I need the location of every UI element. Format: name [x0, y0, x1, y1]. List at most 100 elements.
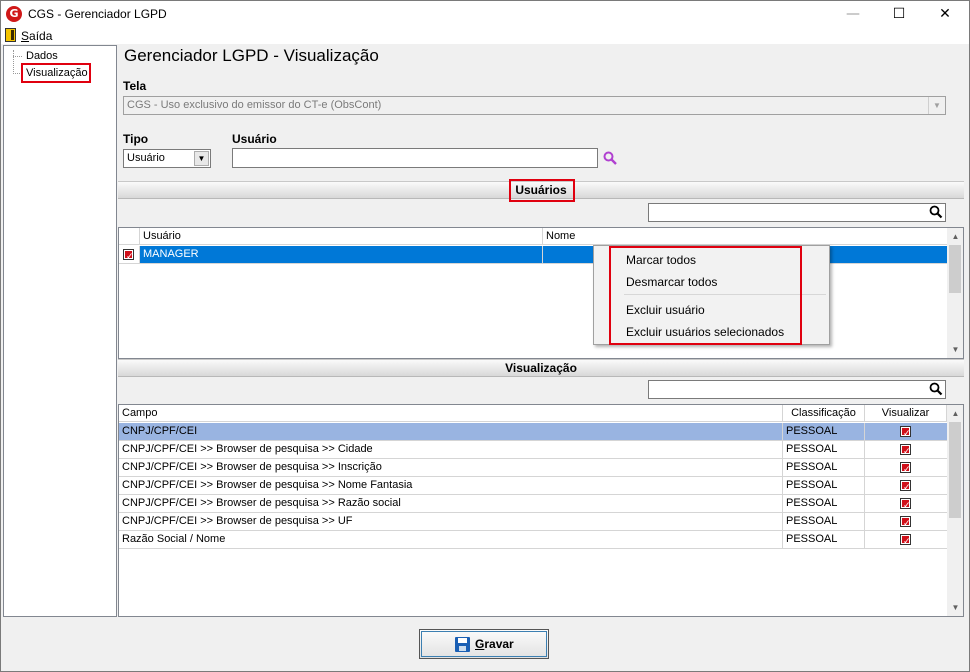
screen-label: Tela [123, 79, 147, 93]
view-checkbox[interactable]: ✓ [900, 534, 911, 547]
users-grid-check-header [119, 228, 140, 245]
user-input[interactable] [232, 148, 598, 168]
chevron-down-icon[interactable]: ▼ [947, 341, 963, 358]
scrollbar-thumb[interactable] [949, 245, 961, 293]
column-header-usuario[interactable]: Usuário [140, 228, 543, 245]
checkmark-icon: ✓ [903, 447, 911, 457]
checkmark-icon: ✓ [903, 465, 911, 475]
tree-line [13, 50, 14, 74]
search-icon[interactable] [929, 382, 943, 396]
column-header-nome[interactable]: Nome [543, 228, 948, 245]
view-grid: Campo Classificação Visualizar CNPJ/CPF/… [118, 404, 964, 617]
screen-select-value: CGS - Uso exclusivo do emissor do CT-e (… [127, 99, 382, 111]
view-checkbox-cell: ✓ [865, 423, 947, 440]
tree-item-visualizacao[interactable]: Visualização [26, 67, 88, 79]
menu-item-delete-selected-users[interactable]: Excluir usuários selecionados [626, 325, 784, 339]
classification-cell: PESSOAL [783, 531, 865, 548]
table-row[interactable]: CNPJ/CPF/CEI >> Browser de pesquisa >> N… [119, 477, 947, 495]
classification-cell: PESSOAL [783, 513, 865, 530]
exit-door-icon[interactable] [5, 28, 16, 42]
scrollbar-thumb[interactable] [949, 422, 961, 518]
field-cell: CNPJ/CPF/CEI >> Browser de pesquisa >> C… [119, 441, 783, 458]
view-checkbox[interactable]: ✓ [900, 516, 911, 529]
chevron-up-icon[interactable]: ▲ [947, 228, 963, 245]
view-checkbox[interactable]: ✓ [900, 462, 911, 475]
classification-cell: PESSOAL [783, 459, 865, 476]
checkmark-icon: ✓ [903, 483, 911, 493]
search-icon[interactable] [929, 205, 943, 219]
classification-cell: PESSOAL [783, 423, 865, 440]
table-row[interactable]: CNPJ/CPF/CEI >> Browser de pesquisa >> C… [119, 441, 947, 459]
checkmark-icon: ✓ [903, 429, 911, 439]
tree-line [13, 56, 22, 57]
table-row[interactable]: CNPJ/CPF/CEI >> Browser de pesquisa >> I… [119, 459, 947, 477]
search-icon[interactable] [603, 151, 617, 165]
field-cell: CNPJ/CPF/CEI >> Browser de pesquisa >> I… [119, 459, 783, 476]
view-checkbox[interactable]: ✓ [900, 498, 911, 511]
users-search-input[interactable] [648, 203, 946, 222]
field-cell: CNPJ/CPF/CEI >> Browser de pesquisa >> N… [119, 477, 783, 494]
row-checkbox-cell: ✓ [119, 246, 140, 263]
view-checkbox-cell: ✓ [865, 459, 947, 476]
users-section-header: Usuários [118, 181, 964, 199]
screen-select: CGS - Uso exclusivo do emissor do CT-e (… [123, 96, 946, 115]
column-header-visualizar[interactable]: Visualizar [865, 405, 947, 422]
field-cell: Razão Social / Nome [119, 531, 783, 548]
checkmark-icon: ✓ [903, 501, 911, 511]
row-checkbox[interactable]: ✓ [123, 249, 134, 262]
column-header-campo[interactable]: Campo [119, 405, 783, 422]
users-grid: Usuário Nome ✓ MANAGER ▲ ▼ [118, 227, 964, 359]
minimize-button[interactable]: — [830, 1, 876, 27]
close-button[interactable]: ✕ [922, 1, 968, 27]
view-checkbox[interactable]: ✓ [900, 480, 911, 493]
users-section-title: Usuários [515, 183, 567, 197]
type-select[interactable]: Usuário ▼ [123, 149, 211, 168]
menu-item-delete-user[interactable]: Excluir usuário [626, 303, 705, 317]
view-section-header: Visualização [118, 359, 964, 377]
floppy-disk-icon [455, 637, 470, 652]
menu-bar: Saída [1, 27, 969, 44]
column-header-classificacao[interactable]: Classificação [783, 405, 865, 422]
menu-item-exit[interactable]: Saída [21, 29, 52, 43]
checkmark-icon: ✓ [126, 252, 134, 262]
view-checkbox-cell: ✓ [865, 477, 947, 494]
checkmark-icon: ✓ [903, 519, 911, 529]
user-cell: MANAGER [140, 246, 543, 263]
chevron-down-icon: ▼ [928, 97, 945, 114]
view-checkbox[interactable]: ✓ [900, 444, 911, 457]
tree-line [13, 73, 22, 74]
classification-cell: PESSOAL [783, 441, 865, 458]
page-title: Gerenciador LGPD - Visualização [124, 46, 379, 65]
context-menu: Marcar todos Desmarcar todos Excluir usu… [593, 245, 830, 345]
menu-item-mark-all[interactable]: Marcar todos [626, 253, 696, 267]
users-grid-scrollbar[interactable]: ▲ ▼ [947, 228, 963, 358]
view-search-input[interactable] [648, 380, 946, 399]
classification-cell: PESSOAL [783, 495, 865, 512]
chevron-down-icon[interactable]: ▼ [194, 151, 209, 166]
save-button-label: Gravar [475, 637, 514, 651]
table-row[interactable]: CNPJ/CPF/CEI PESSOAL ✓ [119, 423, 947, 441]
save-button[interactable]: Gravar [419, 629, 549, 659]
tree-item-dados[interactable]: Dados [26, 50, 58, 62]
view-section-title: Visualização [505, 361, 577, 375]
view-checkbox-cell: ✓ [865, 531, 947, 548]
table-row[interactable]: Razão Social / Nome PESSOAL ✓ [119, 531, 947, 549]
view-grid-scrollbar[interactable]: ▲ ▼ [947, 405, 963, 616]
field-cell: CNPJ/CPF/CEI [119, 423, 783, 440]
field-cell: CNPJ/CPF/CEI >> Browser de pesquisa >> U… [119, 513, 783, 530]
view-checkbox-cell: ✓ [865, 495, 947, 512]
window-title: CGS - Gerenciador LGPD [28, 7, 167, 21]
chevron-down-icon[interactable]: ▼ [947, 599, 963, 616]
menu-separator [624, 294, 826, 295]
table-row[interactable]: CNPJ/CPF/CEI >> Browser de pesquisa >> U… [119, 513, 947, 531]
table-row[interactable]: CNPJ/CPF/CEI >> Browser de pesquisa >> R… [119, 495, 947, 513]
maximize-button[interactable]: ☐ [876, 1, 922, 27]
user-label: Usuário [232, 132, 277, 146]
view-checkbox-cell: ✓ [865, 441, 947, 458]
field-cell: CNPJ/CPF/CEI >> Browser de pesquisa >> R… [119, 495, 783, 512]
view-checkbox[interactable]: ✓ [900, 426, 911, 439]
view-checkbox-cell: ✓ [865, 513, 947, 530]
chevron-up-icon[interactable]: ▲ [947, 405, 963, 422]
menu-item-unmark-all[interactable]: Desmarcar todos [626, 275, 717, 289]
title-bar: G CGS - Gerenciador LGPD — ☐ ✕ [1, 1, 969, 27]
